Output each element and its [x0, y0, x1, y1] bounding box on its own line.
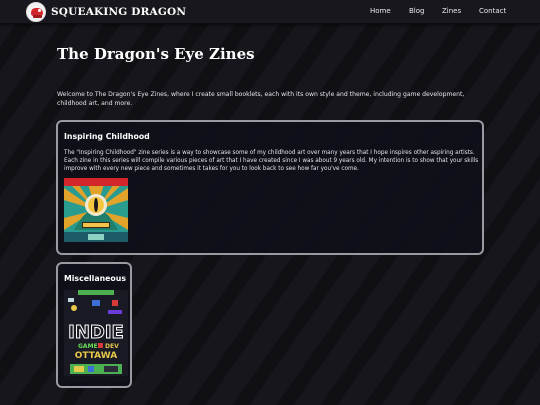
nav-link-zines[interactable]: Zines	[442, 7, 461, 15]
brand-name[interactable]: SQUEAKING DRAGON	[51, 6, 186, 18]
dragon-eye-illustration	[64, 178, 128, 242]
indie-game-dev-ottawa-cover-image[interactable]: INDIE GAME DEV OTTAWA	[64, 290, 128, 382]
cover-text-ottawa: OTTAWA	[75, 351, 118, 361]
zine-section-inspiring-childhood: Inspiring Childhood The "Inspiring Child…	[56, 120, 484, 255]
nav-link-blog[interactable]: Blog	[409, 7, 424, 15]
brand[interactable]: SQUEAKING DRAGON	[26, 2, 186, 22]
nav-link-contact[interactable]: Contact	[479, 7, 506, 15]
indie-game-dev-cover-art: INDIE GAME DEV OTTAWA	[64, 290, 128, 382]
cover-title-indie: INDIE	[68, 322, 124, 343]
intro-text: Welcome to The Dragon's Eye Zines, where…	[57, 91, 465, 107]
page-title: The Dragon's Eye Zines	[57, 45, 255, 63]
nav-link-home[interactable]: Home	[370, 7, 391, 15]
section-title: Miscellaneous	[64, 274, 126, 283]
cover-text-dev: DEV	[105, 343, 119, 350]
dragon-logo-icon[interactable]	[26, 2, 46, 22]
top-navigation-bar: SQUEAKING DRAGON Home Blog Zines Contact	[0, 0, 540, 24]
section-description: The "Inspiring Childhood" zine series is…	[64, 150, 479, 172]
section-title: Inspiring Childhood	[64, 132, 150, 141]
cover-text-game: GAME	[78, 343, 98, 350]
zine-section-miscellaneous: Miscellaneous INDIE GAME DEV OTTAWA	[56, 262, 132, 388]
dragon-eye-cover-image[interactable]	[64, 178, 128, 242]
